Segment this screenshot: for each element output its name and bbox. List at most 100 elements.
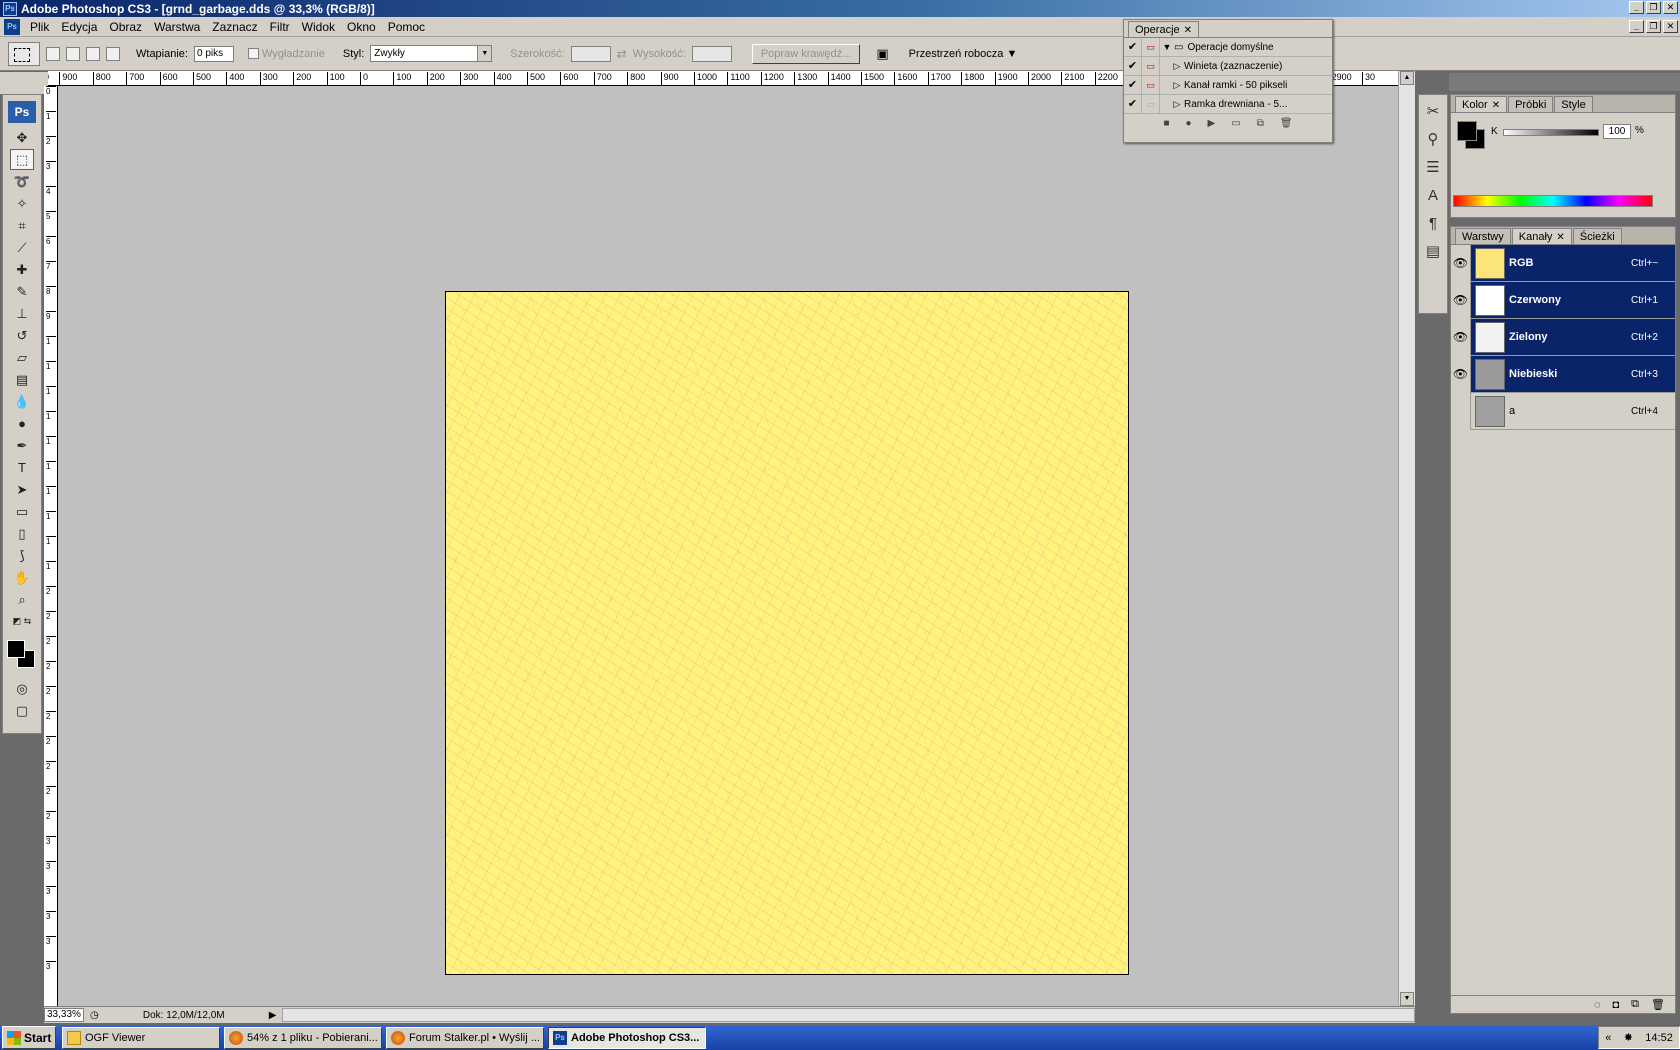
- dialog-toggle-icon[interactable]: ▭: [1142, 37, 1160, 57]
- lasso-tool-icon[interactable]: ➰: [10, 171, 34, 192]
- tray-expand-icon[interactable]: «: [1605, 1032, 1611, 1044]
- action-row[interactable]: ✔ ▭ ▷ Winieta (zaznaczenie): [1124, 56, 1332, 76]
- tab-kanaly[interactable]: Kanały ✕: [1511, 228, 1572, 244]
- k-slider[interactable]: [1503, 129, 1599, 136]
- antialias-checkbox[interactable]: Wygładzanie: [247, 48, 325, 60]
- dodge-tool-icon[interactable]: ●: [10, 413, 34, 434]
- new-action-icon[interactable]: ⧉: [1257, 118, 1264, 129]
- toggle-check-icon[interactable]: ✔: [1124, 94, 1142, 114]
- load-selection-icon[interactable]: ◌: [1594, 999, 1601, 1011]
- blur-tool-icon[interactable]: 💧: [10, 391, 34, 412]
- crop-tool-icon[interactable]: ⌗: [10, 215, 34, 236]
- hand-tool-icon[interactable]: ✋: [10, 567, 34, 588]
- tab-sciezki[interactable]: Ścieżki: [1572, 228, 1622, 244]
- eye-icon[interactable]: 👁: [1451, 281, 1471, 319]
- color-swatches[interactable]: [5, 638, 39, 672]
- taskbar-item-forum[interactable]: Forum Stalker.pl • Wyślij ...: [386, 1026, 544, 1049]
- stop-icon[interactable]: ■: [1163, 118, 1169, 129]
- type-tool-icon[interactable]: T: [10, 457, 34, 478]
- tab-warstwy[interactable]: Warstwy: [1455, 228, 1511, 244]
- color-ramp[interactable]: [1453, 195, 1653, 207]
- menu-pomoc[interactable]: Pomoc: [382, 20, 431, 34]
- gradient-tool-icon[interactable]: ▤: [10, 369, 34, 390]
- refine-edge-button[interactable]: Popraw krawędź...: [751, 43, 861, 64]
- menu-widok[interactable]: Widok: [296, 20, 341, 34]
- scroll-up-icon[interactable]: ▲: [1400, 71, 1414, 85]
- channel-row-czerwony[interactable]: 👁 Czerwony Ctrl+1: [1451, 281, 1675, 319]
- new-selection-icon[interactable]: [46, 46, 60, 61]
- start-button[interactable]: Start: [2, 1026, 56, 1049]
- screen-mode-icon[interactable]: ▢: [10, 700, 34, 721]
- shape-tool-icon[interactable]: ▭: [10, 501, 34, 522]
- swap-icon[interactable]: ⇄: [617, 47, 627, 61]
- magic-wand-tool-icon[interactable]: ✧: [10, 193, 34, 214]
- dock-grip[interactable]: [1449, 73, 1680, 91]
- default-colors-icon[interactable]: ◩ ⇆: [10, 611, 34, 632]
- save-selection-icon[interactable]: ◘: [1613, 999, 1620, 1011]
- path-selection-icon[interactable]: ➤: [10, 479, 34, 500]
- new-set-icon[interactable]: ▭: [1231, 118, 1240, 129]
- zoom-field[interactable]: 33,33%: [44, 1008, 84, 1022]
- menu-obraz[interactable]: Obraz: [103, 20, 148, 34]
- trash-icon[interactable]: 🗑: [1651, 998, 1665, 1011]
- paragraph-icon[interactable]: ¶: [1421, 211, 1445, 235]
- notes-tool-icon[interactable]: ▯: [10, 523, 34, 544]
- dialog-toggle-icon[interactable]: ▭: [1142, 94, 1160, 114]
- triangle-right-icon[interactable]: ▷: [1170, 61, 1184, 72]
- clock[interactable]: 14:52: [1645, 1032, 1673, 1044]
- menu-filtr[interactable]: Filtr: [264, 20, 296, 34]
- layer-comps-icon[interactable]: ☰: [1421, 155, 1445, 179]
- vertical-ruler[interactable]: 0 1 2 3 4 5 6 7 8 9 1 1 1 1 1 1 1 1 1 1 2 2 2 2 2 2 2 2 2 2 3 3 3 3 3 3: [44, 86, 58, 1006]
- minimize-button[interactable]: _: [1629, 1, 1644, 14]
- style-select[interactable]: Zwykły ▼: [370, 45, 493, 62]
- tab-probki[interactable]: Próbki: [1508, 96, 1554, 112]
- subtract-selection-icon[interactable]: [86, 46, 100, 61]
- close-button[interactable]: ✕: [1663, 1, 1678, 14]
- menu-okno[interactable]: Okno: [341, 20, 382, 34]
- dialog-toggle-icon[interactable]: ▭: [1142, 75, 1160, 95]
- workspace-menu[interactable]: Przestrzeń robocza ▼: [909, 48, 1018, 60]
- taskbar-item-photoshop[interactable]: Ps Adobe Photoshop CS3...: [548, 1026, 706, 1049]
- zoom-tool-icon[interactable]: ⌕: [10, 589, 34, 610]
- move-tool-icon[interactable]: ✥: [10, 127, 34, 148]
- close-icon[interactable]: ✕: [1184, 25, 1192, 36]
- close-icon[interactable]: ✕: [1492, 100, 1500, 111]
- eyedropper-tool-icon[interactable]: ⟆: [10, 545, 34, 566]
- menu-edycja[interactable]: Edycja: [55, 20, 103, 34]
- tray-app-icon[interactable]: ✸: [1624, 1031, 1633, 1044]
- horizontal-scrollbar[interactable]: [282, 1008, 1415, 1022]
- document-workspace[interactable]: [58, 86, 1398, 1006]
- feather-input[interactable]: 0 piks: [193, 45, 234, 62]
- play-icon[interactable]: ▶: [1208, 118, 1216, 129]
- info-panel-icon[interactable]: ▤: [1421, 239, 1445, 263]
- brushes-icon[interactable]: ⚲: [1421, 127, 1445, 151]
- menu-warstwa[interactable]: Warstwa: [148, 20, 206, 34]
- restore-button[interactable]: ❐: [1646, 1, 1661, 14]
- doc-close-button[interactable]: ✕: [1663, 20, 1678, 33]
- add-selection-icon[interactable]: [66, 46, 80, 61]
- color-fg-swatch[interactable]: [1457, 121, 1477, 141]
- channel-row-a[interactable]: a Ctrl+4: [1451, 392, 1675, 430]
- menu-zaznacz[interactable]: Zaznacz: [206, 20, 263, 34]
- record-icon[interactable]: ●: [1186, 118, 1192, 129]
- channel-row-niebieski[interactable]: 👁 Niebieski Ctrl+3: [1451, 355, 1675, 393]
- triangle-right-icon[interactable]: ▷: [1170, 80, 1184, 91]
- history-brush-icon[interactable]: ↺: [10, 325, 34, 346]
- new-channel-icon[interactable]: ⧉: [1631, 998, 1639, 1011]
- trash-icon[interactable]: 🗑: [1280, 118, 1293, 129]
- status-menu-arrow-icon[interactable]: ▶: [269, 1010, 277, 1021]
- document-icon[interactable]: Ps: [4, 18, 20, 35]
- clone-stamp-icon[interactable]: ⊥: [10, 303, 34, 324]
- character-icon[interactable]: A: [1421, 183, 1445, 207]
- pen-tool-icon[interactable]: ✒: [10, 435, 34, 456]
- eraser-tool-icon[interactable]: ▱: [10, 347, 34, 368]
- scroll-down-icon[interactable]: ▼: [1400, 992, 1414, 1006]
- slice-tool-icon[interactable]: ⟋: [10, 237, 34, 258]
- action-set-row[interactable]: ✔ ▭ ▼ ▭ Operacje domyślne: [1124, 37, 1332, 57]
- eye-icon[interactable]: 👁: [1451, 355, 1471, 393]
- photoshop-app-icon[interactable]: Ps: [3, 1, 17, 16]
- action-row[interactable]: ✔ ▭ ▷ Ramka drewniana - 5...: [1124, 94, 1332, 114]
- close-icon[interactable]: ✕: [1556, 232, 1564, 243]
- tool-preset-picker[interactable]: [8, 41, 40, 66]
- doc-restore-button[interactable]: ❐: [1646, 20, 1661, 33]
